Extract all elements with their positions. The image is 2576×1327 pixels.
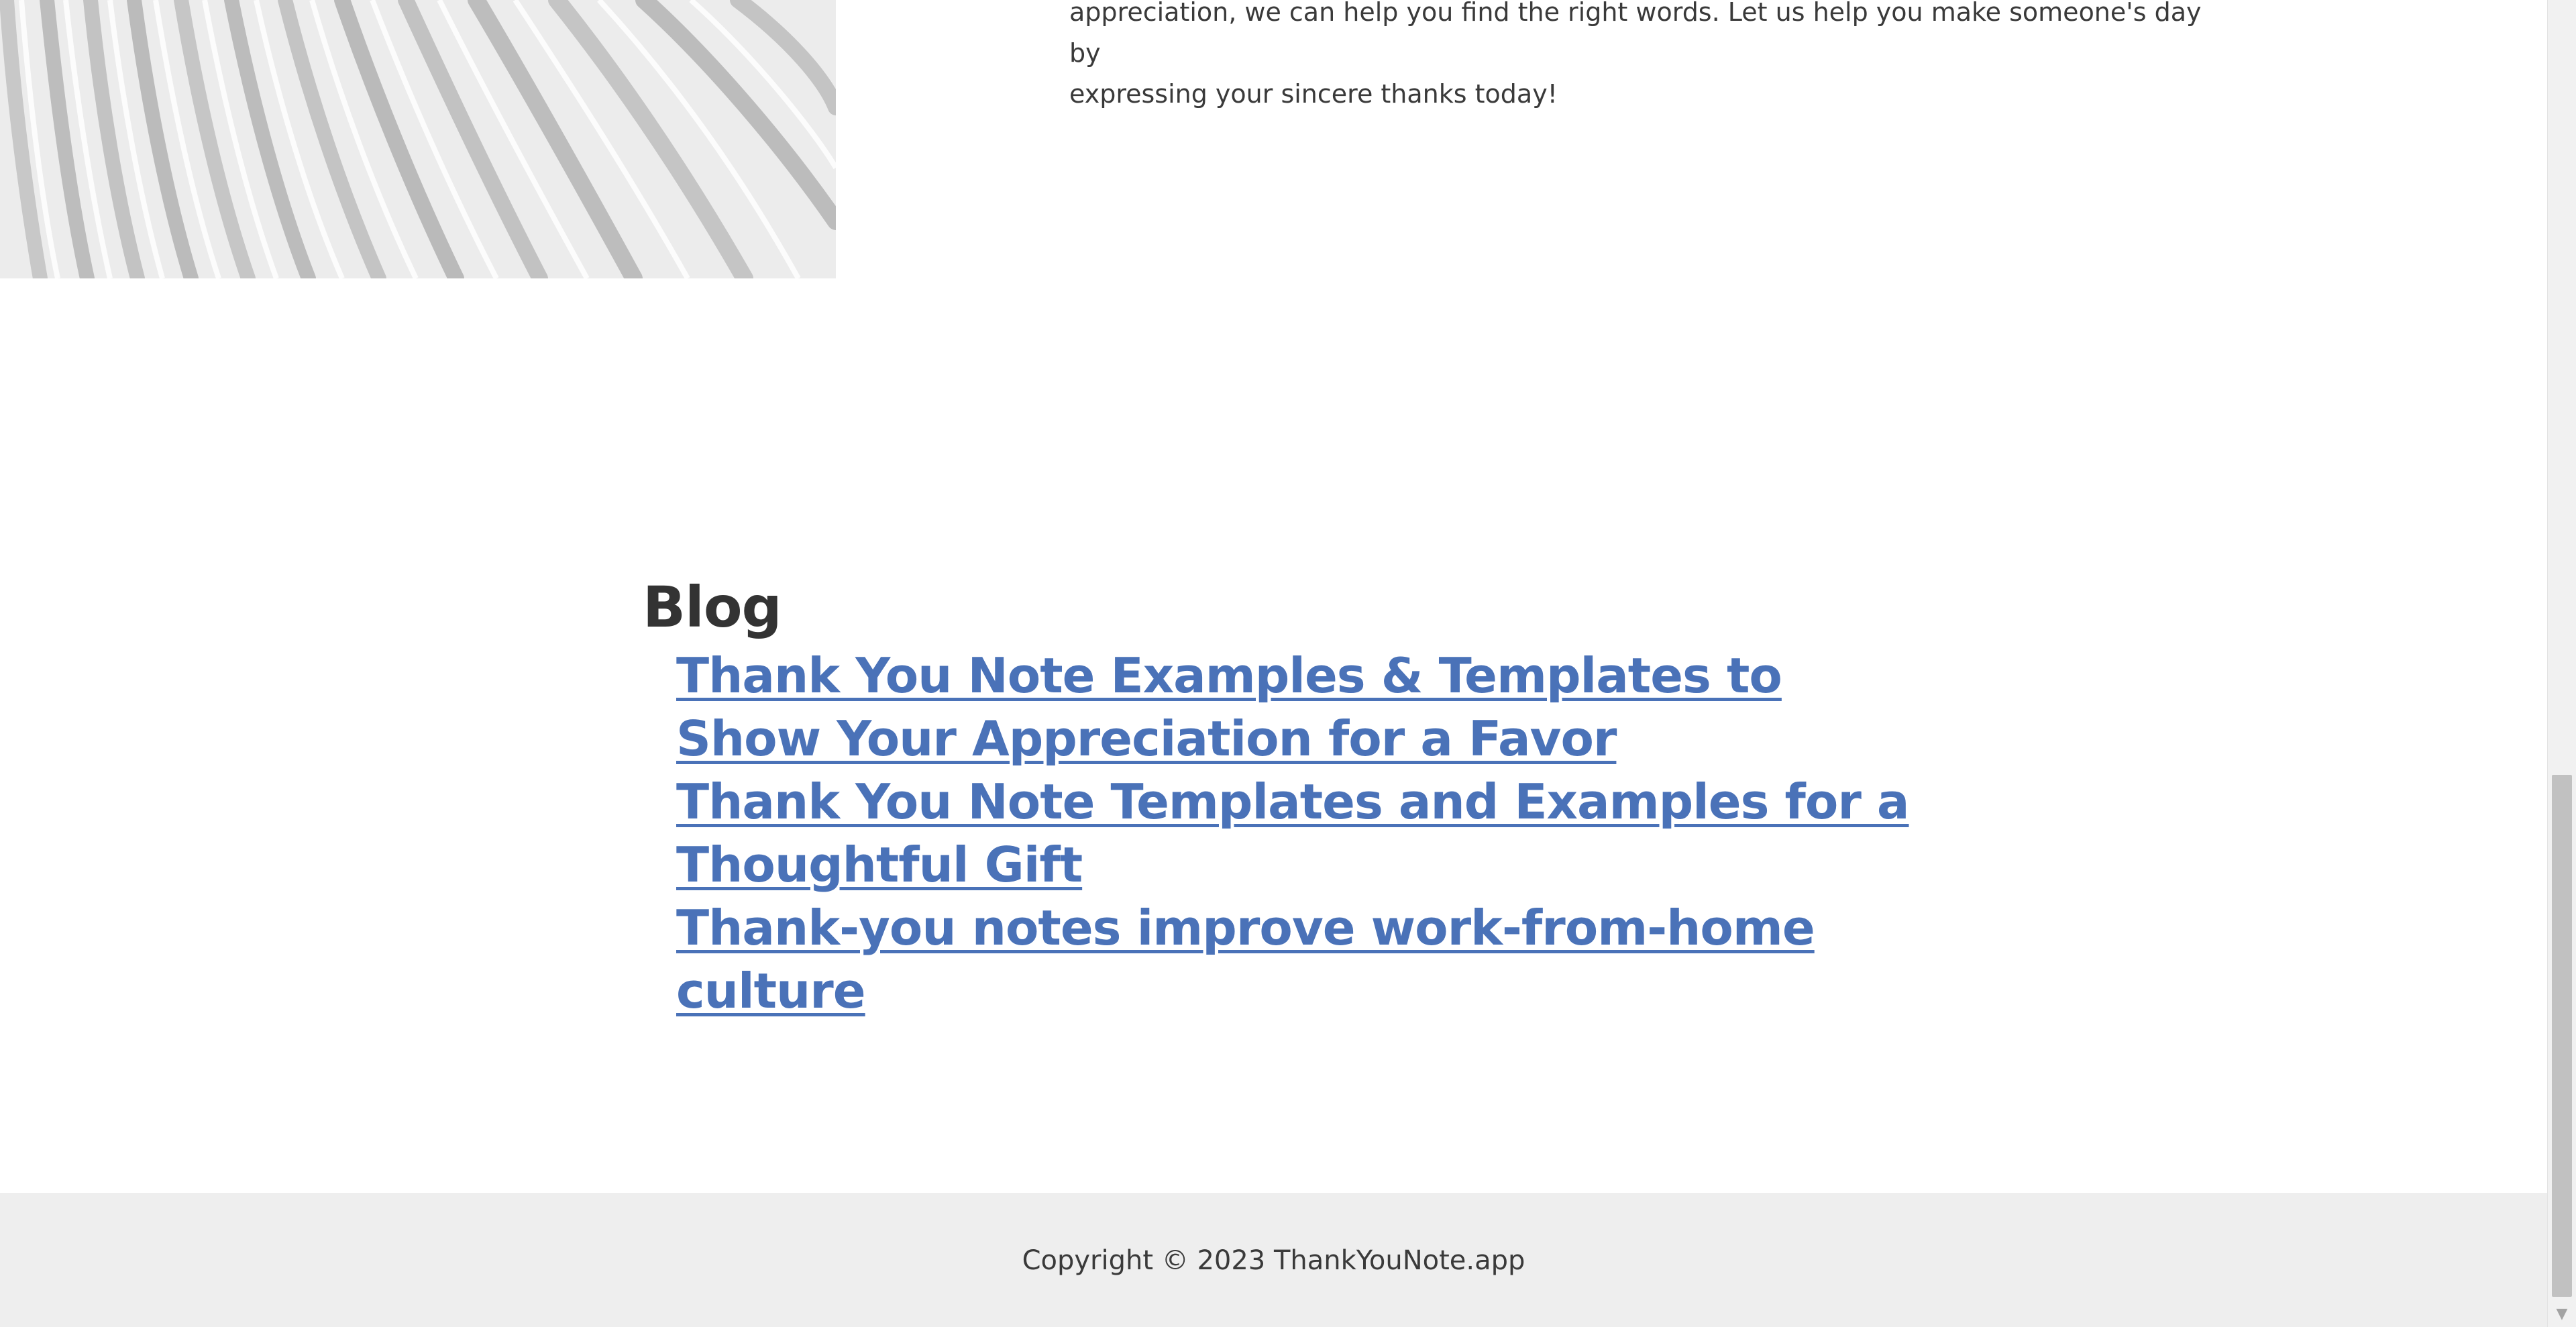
blog-post-list: Thank You Note Examples & Templates to S… bbox=[643, 644, 1917, 1022]
browser-viewport: appreciation, we can help you find the r… bbox=[0, 0, 2576, 1327]
chevron-down-icon[interactable]: ▼ bbox=[2548, 1300, 2576, 1327]
scrollbar-thumb[interactable] bbox=[2552, 775, 2572, 1297]
footer: Copyright © 2023 ThankYouNote.app bbox=[0, 1193, 2547, 1327]
architecture-curves-image bbox=[0, 0, 836, 278]
list-item: Thank-you notes improve work-from-home c… bbox=[676, 896, 1917, 1022]
blog-section: Blog Thank You Note Examples & Templates… bbox=[643, 570, 1917, 1022]
blog-post-link-favor[interactable]: Thank You Note Examples & Templates to S… bbox=[676, 647, 1782, 767]
about-text-line-1: appreciation, we can help you find the r… bbox=[1069, 0, 2202, 68]
blog-heading: Blog bbox=[643, 574, 782, 640]
copyright-text: Copyright © 2023 ThankYouNote.app bbox=[1022, 1245, 1525, 1276]
page: appreciation, we can help you find the r… bbox=[0, 0, 2547, 1327]
about-text-line-2: expressing your sincere thanks today! bbox=[1069, 79, 1558, 109]
blog-post-link-wfh[interactable]: Thank-you notes improve work-from-home c… bbox=[676, 900, 1815, 1019]
list-item: Thank You Note Examples & Templates to S… bbox=[676, 644, 1917, 770]
hero-image bbox=[0, 0, 836, 278]
blog-post-link-gift[interactable]: Thank You Note Templates and Examples fo… bbox=[676, 774, 1910, 893]
list-item: Thank You Note Templates and Examples fo… bbox=[676, 770, 1917, 896]
vertical-scrollbar[interactable]: ▼ bbox=[2547, 0, 2576, 1327]
about-paragraph: appreciation, we can help you find the r… bbox=[1069, 0, 2210, 115]
